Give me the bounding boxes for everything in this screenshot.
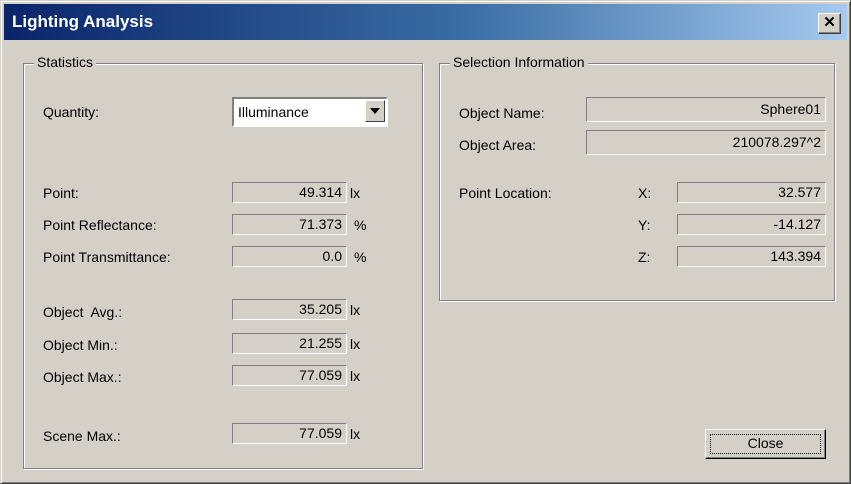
object-area-label: Object Area: <box>459 137 537 153</box>
point-transmittance-unit: % <box>354 249 367 265</box>
point-unit: lx <box>350 185 361 201</box>
focus-rectangle <box>710 434 821 454</box>
object-name-field: Sphere01 <box>586 97 826 122</box>
selection-information-group-title: Selection Information <box>450 54 588 70</box>
z-label: Z: <box>638 249 651 265</box>
y-field: -14.127 <box>677 214 826 235</box>
point-field: 49.314 <box>232 182 347 203</box>
lighting-analysis-window: Lighting Analysis ✕ Statistics Quantity:… <box>0 0 851 484</box>
point-label: Point: <box>43 185 79 201</box>
quantity-value: Illuminance <box>238 104 309 120</box>
object-max-unit: lx <box>350 368 361 384</box>
object-name-label: Object Name: <box>459 105 545 121</box>
scene-max-label: Scene Max.: <box>43 428 121 444</box>
statistics-group-title: Statistics <box>34 54 97 70</box>
object-avg-label: Object Avg.: <box>43 304 123 320</box>
object-min-field: 21.255 <box>232 333 347 354</box>
object-avg-field: 35.205 <box>232 299 347 320</box>
scene-max-unit: lx <box>350 426 361 442</box>
chevron-down-icon[interactable] <box>365 100 385 122</box>
point-transmittance-label: Point Transmittance: <box>43 249 171 265</box>
close-icon[interactable]: ✕ <box>818 13 841 34</box>
point-transmittance-field: 0.0 <box>232 246 347 267</box>
z-field: 143.394 <box>677 246 826 267</box>
point-reflectance-field: 71.373 <box>232 214 347 235</box>
scene-max-field: 77.059 <box>232 423 347 444</box>
quantity-dropdown[interactable]: Illuminance <box>232 97 388 127</box>
object-min-unit: lx <box>350 336 361 352</box>
object-area-field: 210078.297^2 <box>586 130 826 155</box>
object-max-field: 77.059 <box>232 365 347 386</box>
object-avg-unit: lx <box>350 302 361 318</box>
quantity-label: Quantity: <box>43 104 100 120</box>
x-label: X: <box>638 185 652 201</box>
x-field: 32.577 <box>677 182 826 203</box>
title-bar[interactable]: Lighting Analysis ✕ <box>4 4 847 40</box>
point-location-label: Point Location: <box>459 185 552 201</box>
window-title: Lighting Analysis <box>12 12 154 31</box>
close-button[interactable]: Close <box>705 429 826 459</box>
point-reflectance-unit: % <box>354 217 367 233</box>
object-max-label: Object Max.: <box>43 369 122 385</box>
y-label: Y: <box>638 217 651 233</box>
point-reflectance-label: Point Reflectance: <box>43 217 157 233</box>
object-min-label: Object Min.: <box>43 337 118 353</box>
